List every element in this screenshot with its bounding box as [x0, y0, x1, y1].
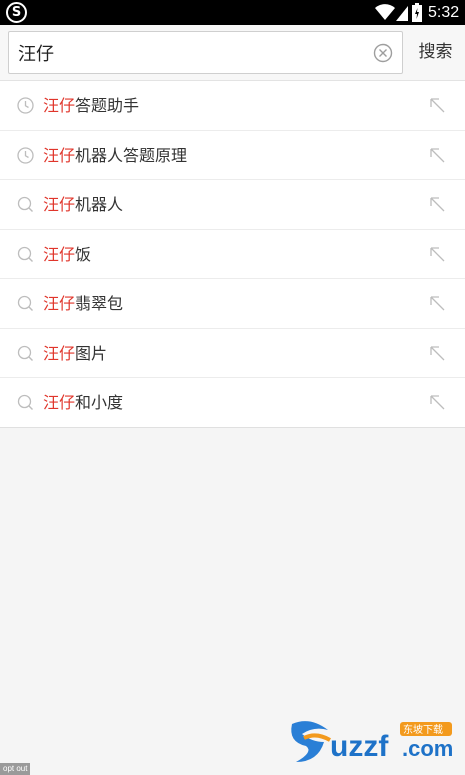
search-icon [17, 295, 34, 312]
suggestion-rest: 机器人 [75, 195, 124, 214]
suggestion-text: 汪仔饭 [43, 230, 91, 279]
fill-query-arrow-icon[interactable] [429, 97, 446, 114]
battery-icon [412, 3, 422, 22]
suggestion-item[interactable]: 汪仔饭 [0, 230, 465, 279]
suggestion-item[interactable]: 汪仔翡翠包 [0, 279, 465, 329]
suggestion-item[interactable]: 汪仔机器人 [0, 180, 465, 230]
suggestion-text: 汪仔机器人答题原理 [43, 131, 187, 180]
search-box [8, 31, 403, 74]
suggestion-text: 汪仔答题助手 [43, 81, 139, 130]
history-clock-icon [17, 97, 34, 114]
suggestion-rest: 答题助手 [75, 96, 140, 115]
suggestion-highlight: 汪仔 [43, 393, 76, 412]
suggestion-highlight: 汪仔 [43, 294, 76, 313]
suggestion-highlight: 汪仔 [43, 96, 76, 115]
opt-out-link[interactable]: opt out [0, 763, 31, 775]
search-icon [17, 345, 34, 362]
fill-query-arrow-icon[interactable] [429, 394, 446, 411]
search-button[interactable]: 搜索 [408, 31, 463, 74]
search-icon [17, 196, 34, 213]
suggestion-highlight: 汪仔 [43, 343, 76, 363]
suggestion-item[interactable]: 汪仔机器人答题原理 [0, 131, 465, 180]
search-icon [17, 394, 34, 411]
suggestion-text: 汪仔翡翠包 [43, 279, 123, 328]
suggestion-rest: 机器人答题原理 [75, 145, 188, 165]
fill-query-arrow-icon[interactable] [429, 196, 446, 213]
suggestion-highlight: 汪仔 [43, 195, 76, 214]
suggestion-list: 汪仔答题助手 汪仔机器人答题原理 汪仔机器人 汪仔饭 汪仔翡翠包 汪仔图片 汪仔和小度 [0, 81, 465, 428]
status-time: 5:32 [428, 4, 460, 21]
suggestion-item[interactable]: 汪仔和小度 [0, 378, 465, 428]
search-input[interactable] [18, 32, 368, 73]
search-icon [17, 246, 34, 263]
svg-text:东坡下载: 东坡下载 [403, 723, 443, 736]
suggestion-text: 汪仔和小度 [43, 378, 123, 427]
search-header: 搜索 [0, 25, 465, 81]
suggestion-highlight: 汪仔 [43, 145, 76, 165]
suggestion-rest: 图片 [75, 343, 108, 363]
uzzf-watermark-logo: uzzf .com 东坡下载 [291, 721, 453, 763]
fill-query-arrow-icon[interactable] [429, 147, 446, 164]
wifi-icon [375, 4, 395, 20]
suggestion-rest: 和小度 [75, 393, 124, 412]
suggestion-item[interactable]: 汪仔图片 [0, 329, 465, 378]
suggestion-text: 汪仔图片 [43, 329, 107, 378]
suggestion-rest: 饭 [75, 244, 92, 264]
svg-text:.com: .com [402, 736, 453, 761]
clear-circle-icon[interactable] [373, 43, 393, 63]
fill-query-arrow-icon[interactable] [429, 295, 446, 312]
signal-icon [396, 6, 408, 21]
sogou-status-icon: S [6, 2, 27, 23]
fill-query-arrow-icon[interactable] [429, 345, 446, 362]
suggestion-highlight: 汪仔 [43, 244, 76, 264]
fill-query-arrow-icon[interactable] [429, 246, 446, 263]
status-bar: S 5:32 [0, 0, 465, 25]
suggestion-rest: 翡翠包 [75, 294, 124, 313]
svg-text:uzzf: uzzf [330, 730, 389, 763]
suggestion-item[interactable]: 汪仔答题助手 [0, 81, 465, 131]
suggestion-text: 汪仔机器人 [43, 180, 123, 229]
history-clock-icon [17, 146, 34, 164]
